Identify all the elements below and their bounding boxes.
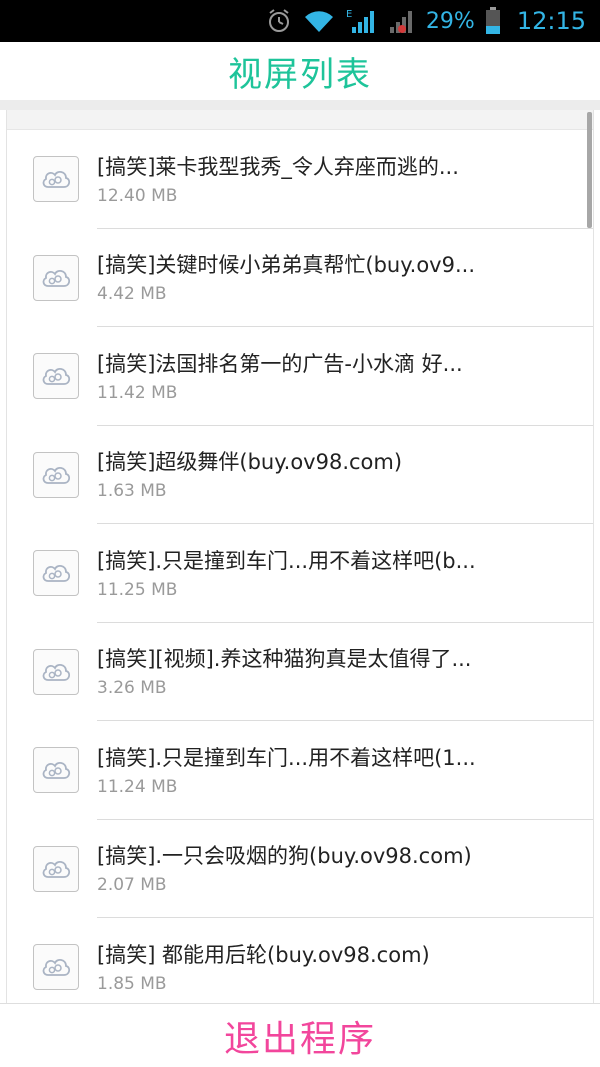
video-list-items: [搞笑]莱卡我型我秀_令人弃座而逃的... 12.40 MB [搞笑]关键时候小… (7, 130, 593, 1003)
list-item-text: [搞笑].只是撞到车门...用不着这样吧(b... 11.25 MB (97, 546, 557, 601)
alarm-icon (266, 8, 292, 34)
cloud-video-icon (33, 648, 79, 695)
status-bar: E 29% 12:15 (0, 0, 600, 42)
title-bar: 视屏列表 (0, 42, 600, 100)
list-item[interactable]: [搞笑] 都能用后轮(buy.ov98.com) 1.85 MB (7, 918, 593, 1003)
battery-icon (485, 7, 501, 35)
video-size: 11.24 MB (97, 776, 178, 797)
video-title: [搞笑]莱卡我型我秀_令人弃座而逃的... (97, 154, 459, 179)
list-item-text: [搞笑] 都能用后轮(buy.ov98.com) 1.85 MB (97, 940, 557, 995)
list-item[interactable]: [搞笑]关键时候小弟弟真帮忙(buy.ov9... 4.42 MB (7, 229, 593, 327)
list-item[interactable]: [搞笑][视频].养这种猫狗真是太值得了... 3.26 MB (7, 623, 593, 721)
video-title: [搞笑]超级舞伴(buy.ov98.com) (97, 450, 403, 475)
list-item-text: [搞笑].一只会吸烟的狗(buy.ov98.com) 2.07 MB (97, 841, 557, 896)
video-title: [搞笑][视频].养这种猫狗真是太值得了... (97, 647, 472, 672)
video-size: 1.85 MB (97, 973, 167, 994)
cloud-video-icon (33, 156, 79, 203)
title-divider (0, 100, 600, 110)
cloud-video-icon (33, 353, 79, 400)
signal-icon: E (346, 7, 376, 35)
video-size: 2.07 MB (97, 875, 167, 896)
video-title: [搞笑].一只会吸烟的狗(buy.ov98.com) (97, 844, 472, 869)
cloud-video-icon (33, 944, 79, 991)
cloud-video-icon (33, 451, 79, 498)
list-item-text: [搞笑]法国排名第一的广告-小水滴 好... 11.42 MB (97, 349, 557, 404)
signal-2-icon (386, 7, 416, 35)
cloud-video-icon (33, 747, 79, 794)
video-size: 3.26 MB (97, 678, 167, 699)
list-item-text: [搞笑][视频].养这种猫狗真是太值得了... 3.26 MB (97, 644, 557, 699)
list-item-text: [搞笑].只是撞到车门...用不着这样吧(1... 11.24 MB (97, 743, 557, 798)
list-item[interactable]: [搞笑].只是撞到车门...用不着这样吧(b... 11.25 MB (7, 524, 593, 623)
list-item[interactable]: [搞笑]法国排名第一的广告-小水滴 好... 11.42 MB (7, 327, 593, 426)
video-title: [搞笑].只是撞到车门...用不着这样吧(b... (97, 548, 476, 573)
list-item-text: [搞笑]关键时候小弟弟真帮忙(buy.ov9... 4.42 MB (97, 250, 557, 305)
battery-percent: 29% (425, 8, 475, 34)
network-type-label: E (346, 9, 352, 20)
video-size: 1.63 MB (97, 481, 167, 502)
list-item[interactable]: [搞笑]超级舞伴(buy.ov98.com) 1.63 MB (7, 426, 593, 524)
cloud-video-icon (33, 254, 79, 301)
list-item[interactable]: [搞笑]莱卡我型我秀_令人弃座而逃的... 12.40 MB (7, 130, 593, 229)
app-screen: E 29% 12:15 视屏列表 [搞笑]莱卡我型我秀_令人弃座而逃的... 1… (0, 0, 600, 1067)
exit-button[interactable]: 退出程序 (224, 1010, 376, 1062)
video-title: [搞笑].只是撞到车门...用不着这样吧(1... (97, 745, 476, 770)
video-size: 11.25 MB (97, 579, 178, 600)
bottom-bar: 退出程序 (0, 1003, 600, 1067)
video-list[interactable]: [搞笑]莱卡我型我秀_令人弃座而逃的... 12.40 MB [搞笑]关键时候小… (6, 110, 594, 1003)
page-title: 视屏列表 (228, 54, 372, 95)
list-top-strip (7, 110, 593, 130)
list-item-text: [搞笑]超级舞伴(buy.ov98.com) 1.63 MB (97, 447, 557, 502)
video-title: [搞笑] 都能用后轮(buy.ov98.com) (97, 942, 430, 967)
wifi-icon (302, 8, 336, 34)
video-size: 4.42 MB (97, 284, 167, 305)
status-time: 12:15 (516, 7, 586, 35)
list-item[interactable]: [搞笑].一只会吸烟的狗(buy.ov98.com) 2.07 MB (7, 820, 593, 918)
video-size: 12.40 MB (97, 185, 178, 206)
cloud-video-icon (33, 845, 79, 892)
video-size: 11.42 MB (97, 382, 178, 403)
cloud-video-icon (33, 550, 79, 597)
video-title: [搞笑]法国排名第一的广告-小水滴 好... (97, 351, 463, 376)
list-item-text: [搞笑]莱卡我型我秀_令人弃座而逃的... 12.40 MB (97, 152, 557, 207)
video-title: [搞笑]关键时候小弟弟真帮忙(buy.ov9... (97, 253, 475, 278)
list-item[interactable]: [搞笑].只是撞到车门...用不着这样吧(1... 11.24 MB (7, 721, 593, 820)
